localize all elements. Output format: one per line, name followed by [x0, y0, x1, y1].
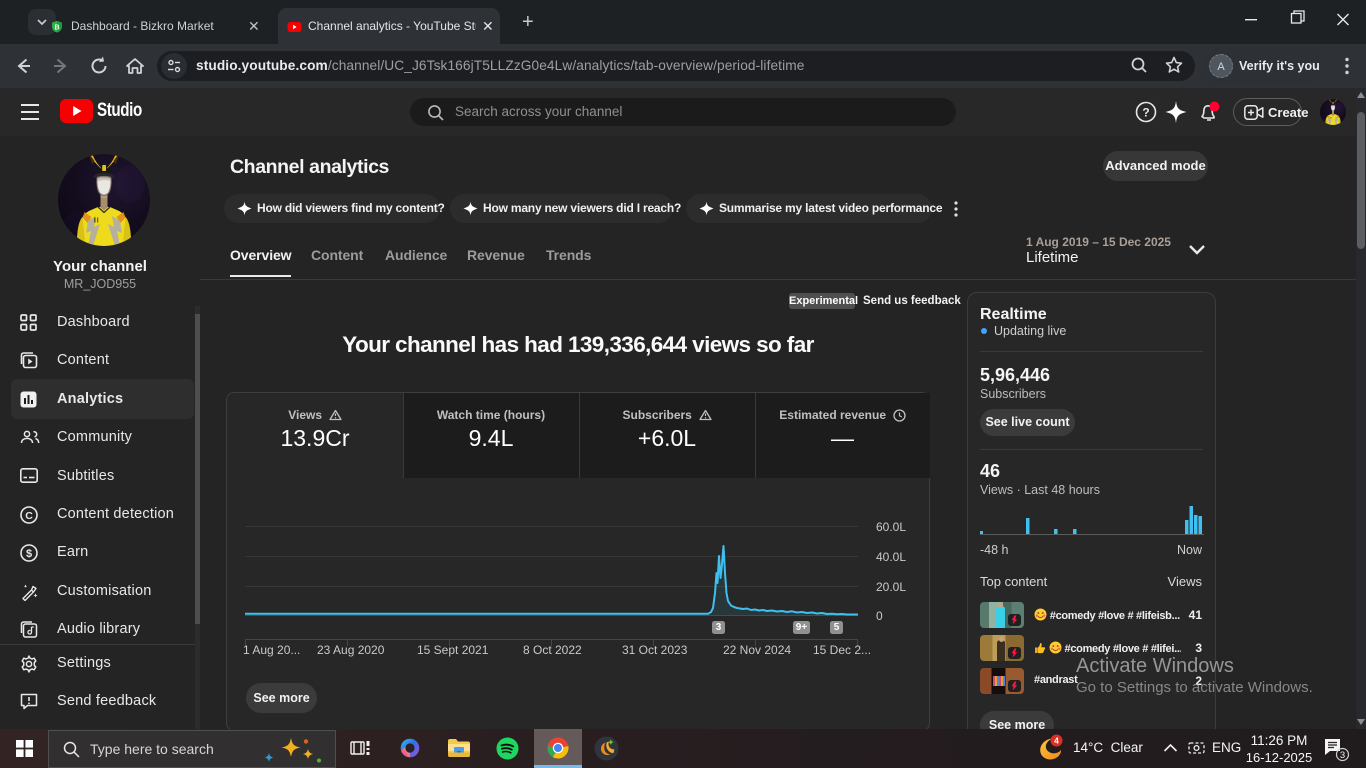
svg-text:4: 4 — [1054, 736, 1059, 746]
svg-text:?: ? — [1142, 106, 1149, 120]
svg-text:3: 3 — [1340, 750, 1345, 761]
svg-text:$: $ — [26, 548, 32, 560]
svg-text:B: B — [54, 25, 59, 32]
svg-text:C: C — [25, 510, 33, 522]
